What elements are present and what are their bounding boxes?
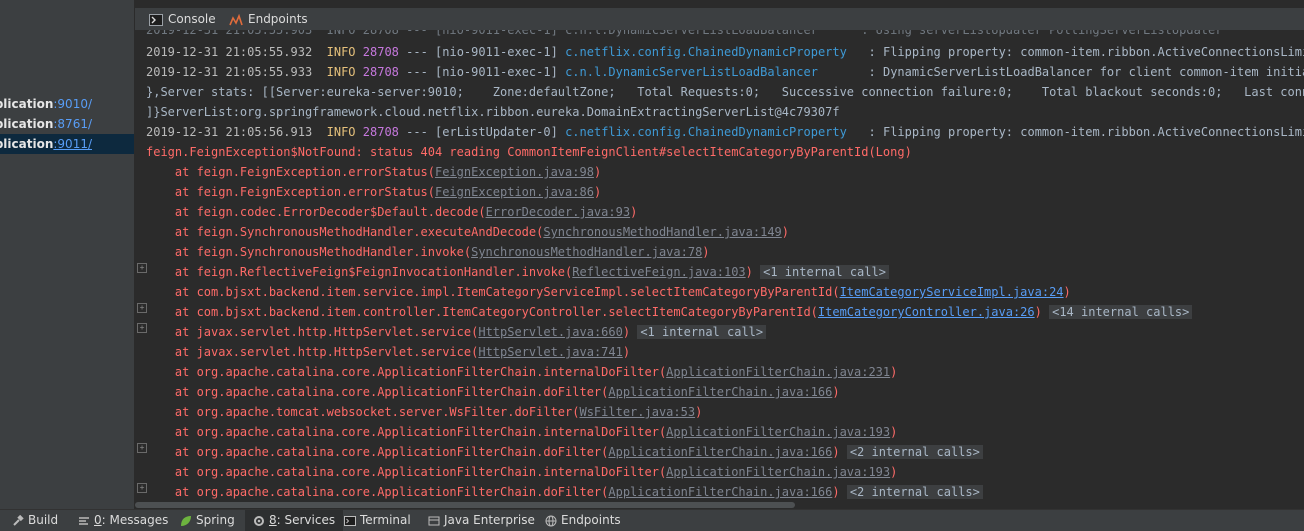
tab-endpoints[interactable]: Endpoints	[229, 8, 308, 30]
source-file-link[interactable]: FeignException.java:86	[435, 185, 594, 199]
stack-frame: at org.apache.catalina.core.ApplicationF…	[146, 482, 983, 500]
endpoints-label: Endpoints	[561, 513, 621, 527]
tab-console[interactable]: Console	[149, 8, 216, 30]
source-file-link[interactable]: HttpServlet.java:660	[478, 325, 623, 339]
messages-tool-button[interactable]: 0: Messages	[78, 510, 168, 531]
spring-label: Spring	[196, 513, 235, 527]
stack-frame: at org.apache.catalina.core.ApplicationF…	[146, 465, 898, 479]
log-line: 2019-12-31 21:05:56.913 INFO 28708 --- […	[146, 125, 1304, 139]
horizontal-scrollbar[interactable]	[135, 500, 1304, 509]
stack-frame: at org.apache.catalina.core.ApplicationF…	[146, 385, 840, 399]
services-icon	[254, 515, 264, 526]
stack-frame: at com.bjsxt.backend.item.service.impl.I…	[146, 285, 1071, 299]
console-tabs: Console Endpoints	[135, 8, 1304, 30]
service-port-link[interactable]: :9011/	[53, 137, 92, 151]
console-icon	[149, 13, 163, 26]
spring-leaf-icon	[181, 515, 191, 526]
source-file-link[interactable]: ApplicationFilterChain.java:193	[666, 425, 890, 439]
terminal-label: Terminal	[360, 513, 411, 527]
stack-frame: at org.apache.catalina.core.ApplicationF…	[146, 442, 983, 462]
stack-frame: at org.apache.tomcat.websocket.server.Ws…	[146, 405, 703, 419]
tool-window-bar: Build 0: Messages Spring 8: Services Ter…	[0, 509, 1304, 531]
messages-number: 0	[94, 513, 102, 527]
source-file-link[interactable]: FeignException.java:98	[435, 165, 594, 179]
java-enterprise-icon	[428, 516, 440, 525]
service-port-link[interactable]: :9010/	[53, 97, 92, 111]
source-file-link[interactable]: ReflectiveFeign.java:103	[572, 265, 745, 279]
stack-frame: at feign.FeignException.errorStatus(Feig…	[146, 165, 602, 179]
stack-frame: at org.apache.catalina.core.ApplicationF…	[146, 425, 898, 439]
stack-frame: at org.apache.catalina.core.ApplicationF…	[146, 365, 898, 379]
log-line: 2019-12-31 21:05:55.932 INFO 28708 --- […	[146, 45, 1304, 59]
terminal-tool-button[interactable]: Terminal	[344, 510, 411, 531]
tab-endpoints-label: Endpoints	[248, 12, 308, 26]
stack-frame: at feign.SynchronousMethodHandler.execut…	[146, 225, 790, 239]
log-line: ]}ServerList:org.springframework.cloud.n…	[146, 105, 840, 119]
fold-expand-icon[interactable]: +	[137, 443, 147, 453]
endpoints-tool-button[interactable]: Endpoints	[545, 510, 621, 531]
fold-expand-icon[interactable]: +	[137, 483, 147, 493]
stack-frame: at feign.ReflectiveFeign$FeignInvocation…	[146, 262, 889, 282]
service-name: pplication	[0, 97, 54, 111]
services-tree-panel: pplication:9010/ pplication:8761/ pplica…	[0, 0, 135, 509]
source-file-link[interactable]: SynchronousMethodHandler.java:78	[471, 245, 702, 259]
globe-icon	[545, 515, 557, 526]
build-label: Build	[28, 513, 59, 527]
service-item-9010[interactable]: pplication:9010/	[0, 94, 134, 114]
source-file-link[interactable]: ApplicationFilterChain.java:166	[608, 485, 832, 499]
log-line-partial: 2019-12-31 21:05:55.903 INFO 28708 --- […	[146, 30, 1223, 37]
fold-expand-icon[interactable]: +	[137, 323, 147, 333]
terminal-icon	[344, 515, 356, 526]
stack-frame: at feign.SynchronousMethodHandler.invoke…	[146, 245, 710, 259]
stack-frame: at com.bjsxt.backend.item.controller.Ite…	[146, 302, 1193, 322]
spring-tool-button[interactable]: Spring	[180, 510, 235, 531]
source-file-link[interactable]: ApplicationFilterChain.java:231	[666, 365, 890, 379]
source-file-link[interactable]: ItemCategoryController.java:26	[818, 305, 1035, 319]
log-line: },Server stats: [[Server:eureka-server:9…	[146, 85, 1304, 99]
messages-label: : Messages	[101, 513, 169, 527]
service-item-9011[interactable]: pplication:9011/	[0, 134, 134, 154]
stack-frame: at feign.codec.ErrorDecoder$Default.deco…	[146, 205, 638, 219]
hammer-icon	[13, 514, 24, 526]
build-tool-button[interactable]: Build	[12, 510, 58, 531]
internal-calls-badge[interactable]: <14 internal calls>	[1049, 305, 1193, 319]
java-enterprise-label: Java Enterprise	[444, 513, 535, 527]
source-file-link[interactable]: SynchronousMethodHandler.java:149	[543, 225, 781, 239]
internal-calls-badge[interactable]: <1 internal call>	[637, 325, 767, 339]
source-file-link[interactable]: ApplicationFilterChain.java:166	[608, 445, 832, 459]
services-tool-button[interactable]: 8: Services	[245, 510, 344, 531]
source-file-link[interactable]: ApplicationFilterChain.java:193	[666, 465, 890, 479]
services-label: : Services	[276, 513, 336, 527]
exception-line: feign.FeignException$NotFound: status 40…	[146, 145, 912, 159]
service-name: pplication	[0, 137, 54, 151]
services-number: 8	[269, 513, 277, 527]
stack-frame: at feign.FeignException.errorStatus(Feig…	[146, 185, 602, 199]
source-file-link[interactable]: HttpServlet.java:741	[478, 345, 623, 359]
log-line: 2019-12-31 21:05:55.933 INFO 28708 --- […	[146, 65, 1304, 79]
service-name: pplication	[0, 117, 54, 131]
messages-icon	[79, 516, 89, 525]
console-output[interactable]: 2019-12-31 21:05:55.903 INFO 28708 --- […	[135, 30, 1304, 500]
fold-expand-icon[interactable]: +	[137, 303, 147, 313]
source-file-link[interactable]: ApplicationFilterChain.java:166	[608, 385, 832, 399]
service-item-8761[interactable]: pplication:8761/	[0, 114, 134, 134]
source-file-link[interactable]: ItemCategoryServiceImpl.java:24	[840, 285, 1064, 299]
endpoints-icon	[229, 13, 243, 25]
scrollbar-thumb[interactable]	[135, 502, 795, 508]
source-file-link[interactable]: WsFilter.java:53	[579, 405, 695, 419]
java-enterprise-tool-button[interactable]: Java Enterprise	[428, 510, 535, 531]
internal-calls-badge[interactable]: <2 internal calls>	[846, 445, 983, 459]
stack-frame: at javax.servlet.http.HttpServlet.servic…	[146, 322, 767, 342]
stack-frame: at javax.servlet.http.HttpServlet.servic…	[146, 345, 631, 359]
source-file-link[interactable]: ErrorDecoder.java:93	[486, 205, 631, 219]
tab-console-label: Console	[168, 12, 216, 26]
internal-calls-badge[interactable]: <2 internal calls>	[846, 485, 983, 499]
internal-calls-badge[interactable]: <1 internal call>	[760, 265, 889, 279]
fold-expand-icon[interactable]: +	[137, 263, 147, 273]
service-port-link[interactable]: :8761/	[53, 117, 92, 131]
